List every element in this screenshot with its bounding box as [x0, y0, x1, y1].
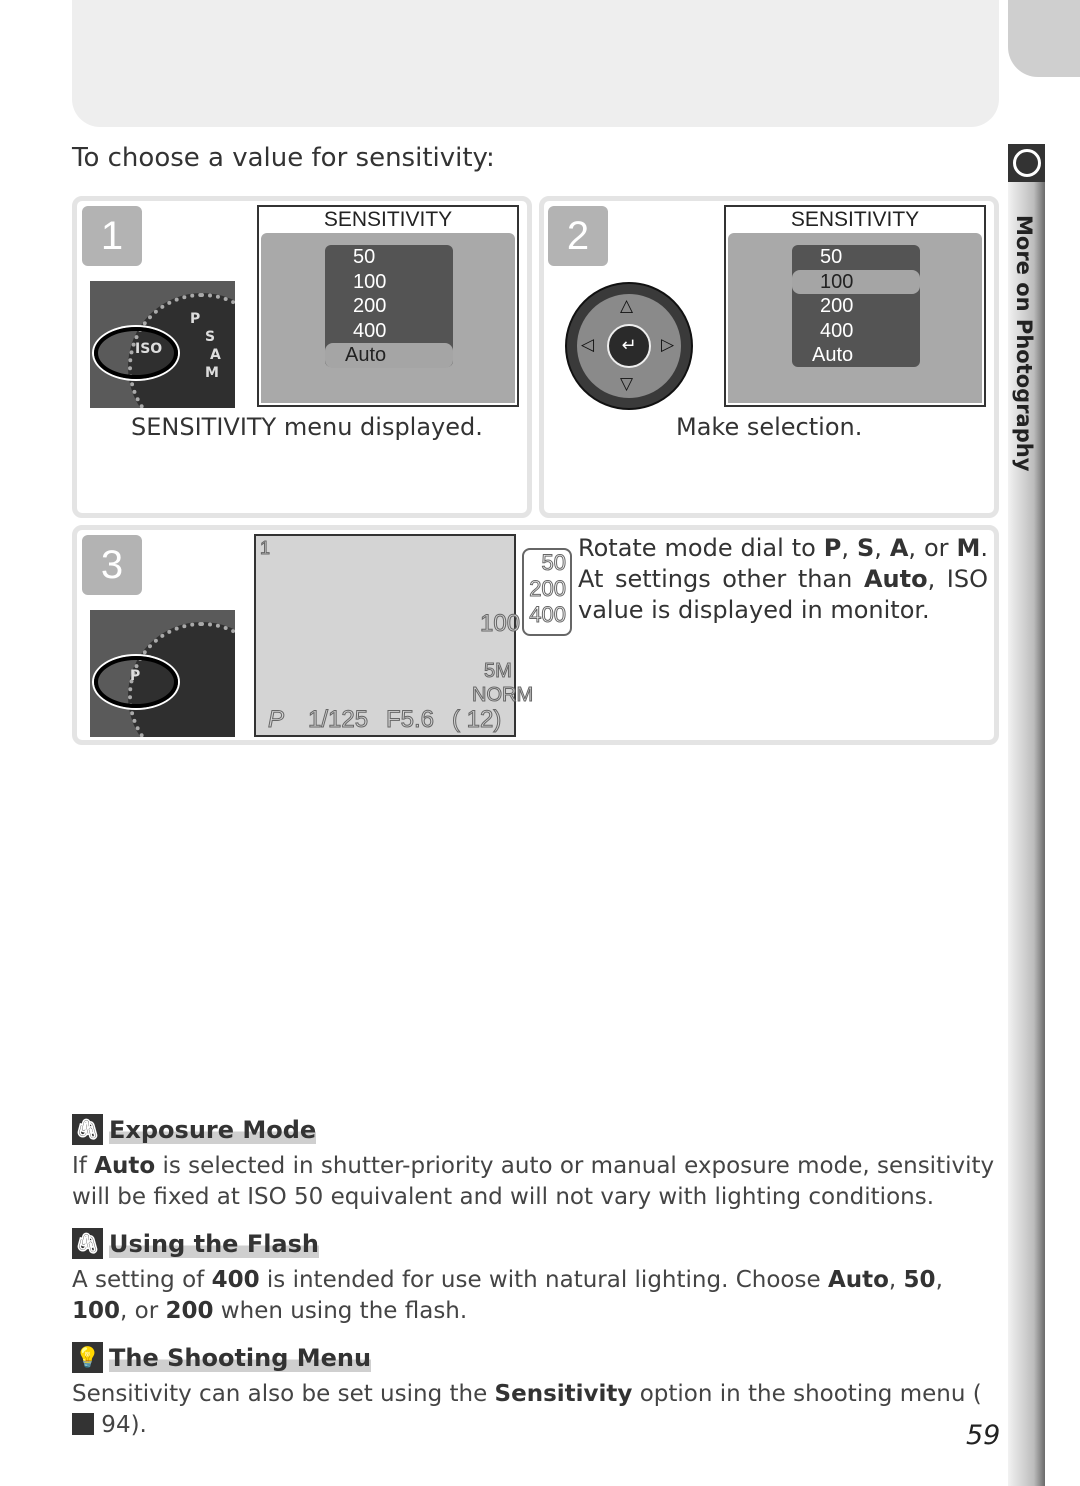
sensitivity-menu: SENSITIVITY 50 100 200 400 Auto	[257, 205, 519, 407]
manual-page: More on Photography To choose a value fo…	[0, 0, 1080, 1486]
aperture: F5.6	[385, 706, 435, 734]
enter-icon: ↵	[607, 324, 651, 368]
arrow-up-icon: △	[620, 296, 634, 316]
menu-option-selected[interactable]: Auto	[325, 343, 453, 368]
monitor-display: 1 100 5M NORM P 1/125 F5.6 ( 12)	[254, 534, 534, 737]
previous-content-box	[72, 0, 999, 127]
mode-dial-image: ISO PSAM	[90, 281, 235, 408]
image-size: 5M	[484, 660, 513, 683]
intro-text: To choose a value for sensitivity:	[72, 143, 495, 173]
menu-title: SENSITIVITY	[323, 208, 453, 231]
section-label: More on Photography	[1012, 215, 1036, 472]
step-caption: Make selection.	[676, 413, 863, 441]
lightbulb-icon: 💡	[72, 1342, 103, 1373]
iso-value: 50	[541, 550, 566, 576]
reference-icon[interactable]	[72, 1413, 94, 1435]
circle-icon	[1008, 144, 1045, 182]
menu-option[interactable]: 50	[792, 245, 920, 270]
menu-option-selected[interactable]: 100	[792, 269, 920, 294]
multi-selector-image: △ ▽ ◁ ▷ ↵	[565, 282, 693, 410]
menu-title: SENSITIVITY	[790, 208, 920, 231]
arrow-left-icon: ◁	[581, 335, 595, 355]
note-text: If Auto is selected in shutter-priority …	[72, 1153, 995, 1210]
menu-option[interactable]: 400	[325, 319, 453, 344]
step-number: 3	[82, 535, 142, 595]
step-number: 1	[82, 206, 142, 266]
highlight-circle	[94, 656, 178, 708]
iso-values-callout: 50 200 400	[522, 548, 572, 636]
iso-value: 200	[529, 576, 567, 602]
section-tab	[1008, 0, 1080, 77]
menu-option[interactable]: 50	[325, 245, 453, 270]
menu-option[interactable]: Auto	[792, 343, 920, 368]
exposures-remaining: ( 12)	[451, 706, 502, 734]
sensitivity-menu: SENSITIVITY 50 100 200 400 Auto	[724, 205, 986, 407]
paperclip-icon: 🖇	[72, 1228, 103, 1259]
step-3-instructions: Rotate mode dial to P, S, A, or M. At se…	[578, 534, 988, 624]
paperclip-icon: 🖇	[72, 1114, 103, 1145]
page-number: 59	[966, 1420, 1001, 1451]
highlight-circle	[94, 327, 178, 379]
note-heading-exposure-mode: 🖇 Exposure Mode	[72, 1114, 317, 1145]
note-heading-using-flash: 🖇 Using the Flash	[72, 1228, 319, 1259]
step-number: 2	[548, 206, 608, 266]
step-caption: SENSITIVITY menu displayed.	[131, 413, 483, 441]
menu-option[interactable]: 200	[792, 294, 920, 319]
iso-value: 400	[529, 602, 567, 628]
note-heading-shooting-menu: 💡 The Shooting Menu	[72, 1342, 372, 1373]
menu-option[interactable]: 400	[792, 319, 920, 344]
note-text: A setting of 400 is intended for use wit…	[72, 1267, 943, 1324]
exposure-mode: P	[267, 706, 285, 734]
mode-dial-image: P	[90, 610, 235, 737]
image-quality: NORM	[471, 684, 534, 707]
shutter-speed: 1/125	[307, 706, 369, 734]
arrow-right-icon: ▷	[661, 335, 675, 355]
menu-option[interactable]: 200	[325, 294, 453, 319]
arrow-down-icon: ▽	[620, 374, 634, 394]
menu-option[interactable]: 100	[325, 270, 453, 295]
frame-indicator: 1	[259, 538, 271, 559]
iso-indicator: 100	[479, 610, 521, 638]
note-text: Sensitivity can also be set using the Se…	[72, 1381, 982, 1438]
